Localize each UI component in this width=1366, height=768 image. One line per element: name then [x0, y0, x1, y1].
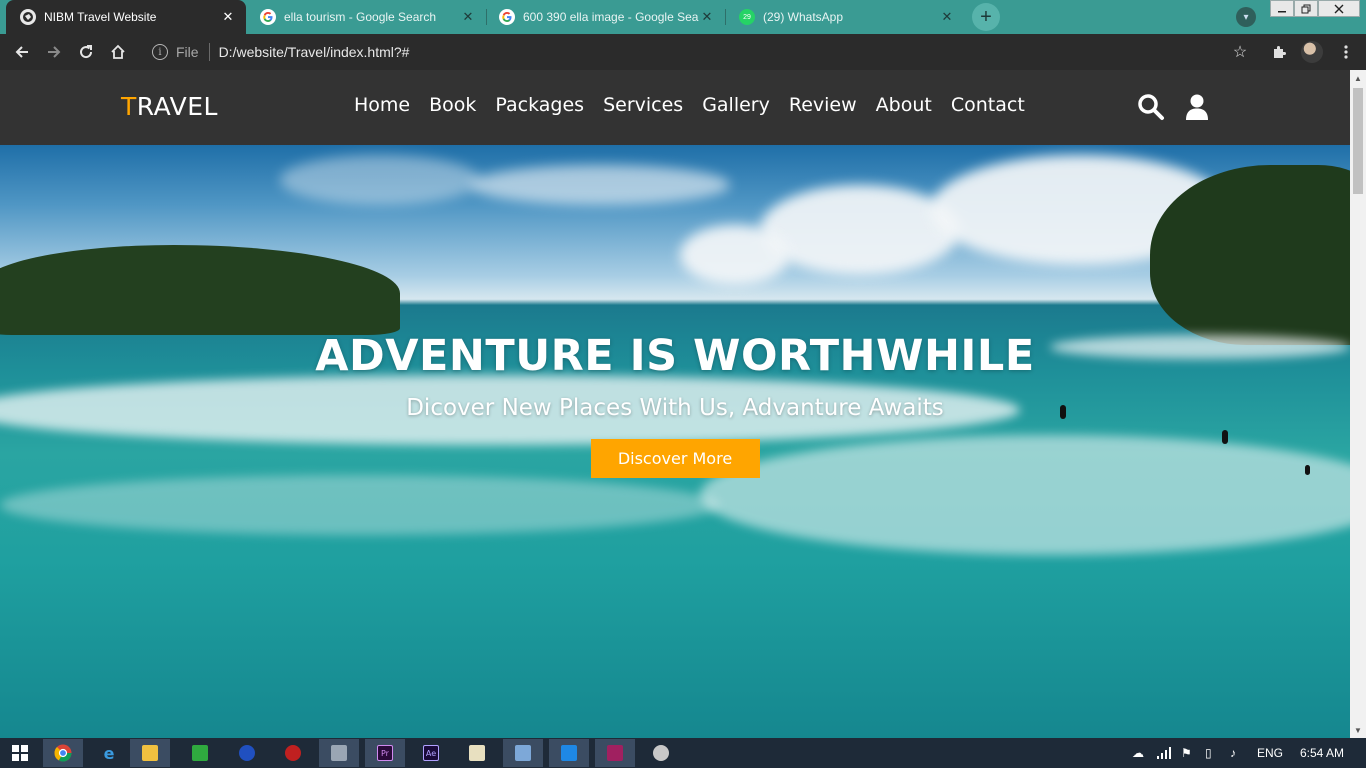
left-island-shape	[0, 245, 400, 335]
scroll-thumb[interactable]	[1353, 88, 1363, 194]
bookmark-star-icon[interactable]: ☆	[1228, 40, 1252, 64]
premiere-pro-icon[interactable]: Pr	[365, 739, 405, 767]
profile-avatar[interactable]	[1300, 40, 1324, 64]
logo-accent-letter: T	[121, 92, 137, 121]
whatsapp-icon: 29	[739, 9, 755, 25]
vscode-icon[interactable]	[549, 739, 589, 767]
url-text[interactable]: D:/website/Travel/index.html?#	[219, 44, 410, 60]
windows-taskbar: e Pr Ae ☁ ⚑ ▯ ♪ ENG 6:54 AM	[0, 738, 1366, 768]
site-logo[interactable]: TRAVEL	[121, 92, 218, 121]
cloud-shape	[470, 165, 730, 205]
nav-about[interactable]: About	[876, 94, 932, 116]
volume-icon[interactable]: ♪	[1230, 738, 1236, 768]
notepad-icon[interactable]	[457, 739, 497, 767]
virtualbox-icon[interactable]	[503, 739, 543, 767]
site-info-icon[interactable]: i	[152, 44, 168, 60]
discover-more-button[interactable]: Discover More	[590, 439, 760, 478]
nav-book[interactable]: Book	[429, 94, 476, 116]
site-globe-icon	[20, 9, 36, 25]
cloud-shape	[760, 185, 960, 275]
extra-app-icon[interactable]	[641, 739, 681, 767]
tab-nibm-travel[interactable]: NIBM Travel Website ✕	[6, 0, 246, 34]
internet-explorer-icon[interactable]: e	[89, 739, 129, 767]
hero-subtitle: Dicover New Places With Us, Advanture Aw…	[406, 395, 944, 421]
scroll-down-arrow-icon[interactable]: ▼	[1350, 722, 1366, 738]
tab-title: NIBM Travel Website	[44, 10, 157, 24]
hero-content: ADVENTURE IS WORTHWHILE Dicover New Plac…	[0, 331, 1350, 478]
battery-icon[interactable]: ▯	[1205, 738, 1212, 768]
site-header: TRAVEL Home Book Packages Services Galle…	[0, 70, 1350, 145]
logo-text: RAVEL	[136, 92, 218, 121]
close-icon[interactable]: ✕	[460, 9, 476, 25]
address-bar[interactable]: i File D:/website/Travel/index.html?#	[140, 38, 1260, 66]
reload-button[interactable]	[74, 40, 98, 64]
chrome-icon[interactable]	[43, 739, 83, 767]
network-signal-icon[interactable]	[1157, 738, 1171, 768]
chrome-menu-icon[interactable]	[1334, 40, 1358, 64]
close-window-button[interactable]	[1318, 0, 1360, 17]
windows-start-icon[interactable]	[0, 739, 40, 767]
extensions-puzzle-icon[interactable]	[1267, 40, 1291, 64]
forward-button[interactable]	[42, 40, 66, 64]
winrar-icon[interactable]	[595, 739, 635, 767]
cloud-shape	[280, 155, 480, 205]
blue-app-icon[interactable]	[227, 739, 267, 767]
tab-title: ella tourism - Google Search	[284, 10, 437, 24]
home-button[interactable]	[106, 40, 130, 64]
app-window-icon[interactable]	[319, 739, 359, 767]
close-icon[interactable]: ✕	[699, 9, 715, 25]
language-indicator[interactable]: ENG	[1257, 738, 1283, 768]
close-icon[interactable]: ✕	[939, 9, 955, 25]
nav-packages[interactable]: Packages	[495, 94, 584, 116]
back-button[interactable]	[10, 40, 34, 64]
search-icon[interactable]	[1136, 92, 1166, 122]
red-app-icon[interactable]	[273, 739, 313, 767]
tab-whatsapp[interactable]: 29 (29) WhatsApp ✕	[725, 0, 965, 34]
wave-foam-shape	[0, 475, 720, 535]
close-icon[interactable]: ✕	[220, 9, 236, 25]
action-flag-icon[interactable]: ⚑	[1181, 738, 1192, 768]
google-g-icon	[499, 9, 515, 25]
minimize-window-button[interactable]	[1270, 0, 1294, 17]
hero-section: ADVENTURE IS WORTHWHILE Dicover New Plac…	[0, 145, 1350, 738]
tab-title: (29) WhatsApp	[763, 10, 844, 24]
restore-window-button[interactable]	[1294, 0, 1318, 17]
new-tab-button[interactable]: +	[972, 3, 1000, 31]
after-effects-icon[interactable]: Ae	[411, 739, 451, 767]
nav-gallery[interactable]: Gallery	[702, 94, 770, 116]
tab-ella-image[interactable]: 600 390 ella image - Google Sea ✕	[485, 0, 725, 34]
page-scrollbar[interactable]: ▲ ▼	[1350, 70, 1366, 738]
address-separator	[208, 43, 210, 61]
cloud-shape	[680, 225, 790, 285]
nav-review[interactable]: Review	[789, 94, 857, 116]
file-explorer-icon[interactable]	[130, 739, 170, 767]
clock[interactable]: 6:54 AM	[1300, 738, 1344, 768]
nav-home[interactable]: Home	[354, 94, 410, 116]
browser-toolbar: i File D:/website/Travel/index.html?# ☆	[0, 34, 1366, 70]
browser-tab-strip: NIBM Travel Website ✕ ella tourism - Goo…	[0, 0, 1366, 34]
nav-contact[interactable]: Contact	[951, 94, 1025, 116]
onedrive-icon[interactable]: ☁	[1132, 738, 1144, 768]
scroll-up-arrow-icon[interactable]: ▲	[1350, 70, 1366, 86]
green-app-icon[interactable]	[180, 739, 220, 767]
security-label: File	[176, 44, 199, 60]
hero-title: ADVENTURE IS WORTHWHILE	[315, 331, 1035, 381]
main-nav: Home Book Packages Services Gallery Revi…	[354, 94, 1044, 116]
tab-search-icon[interactable]: ▾	[1236, 7, 1256, 27]
tab-ella-tourism[interactable]: ella tourism - Google Search ✕	[246, 0, 486, 34]
google-g-icon	[260, 9, 276, 25]
user-icon[interactable]	[1182, 92, 1212, 122]
tab-title: 600 390 ella image - Google Sea	[523, 10, 699, 24]
nav-services[interactable]: Services	[603, 94, 683, 116]
